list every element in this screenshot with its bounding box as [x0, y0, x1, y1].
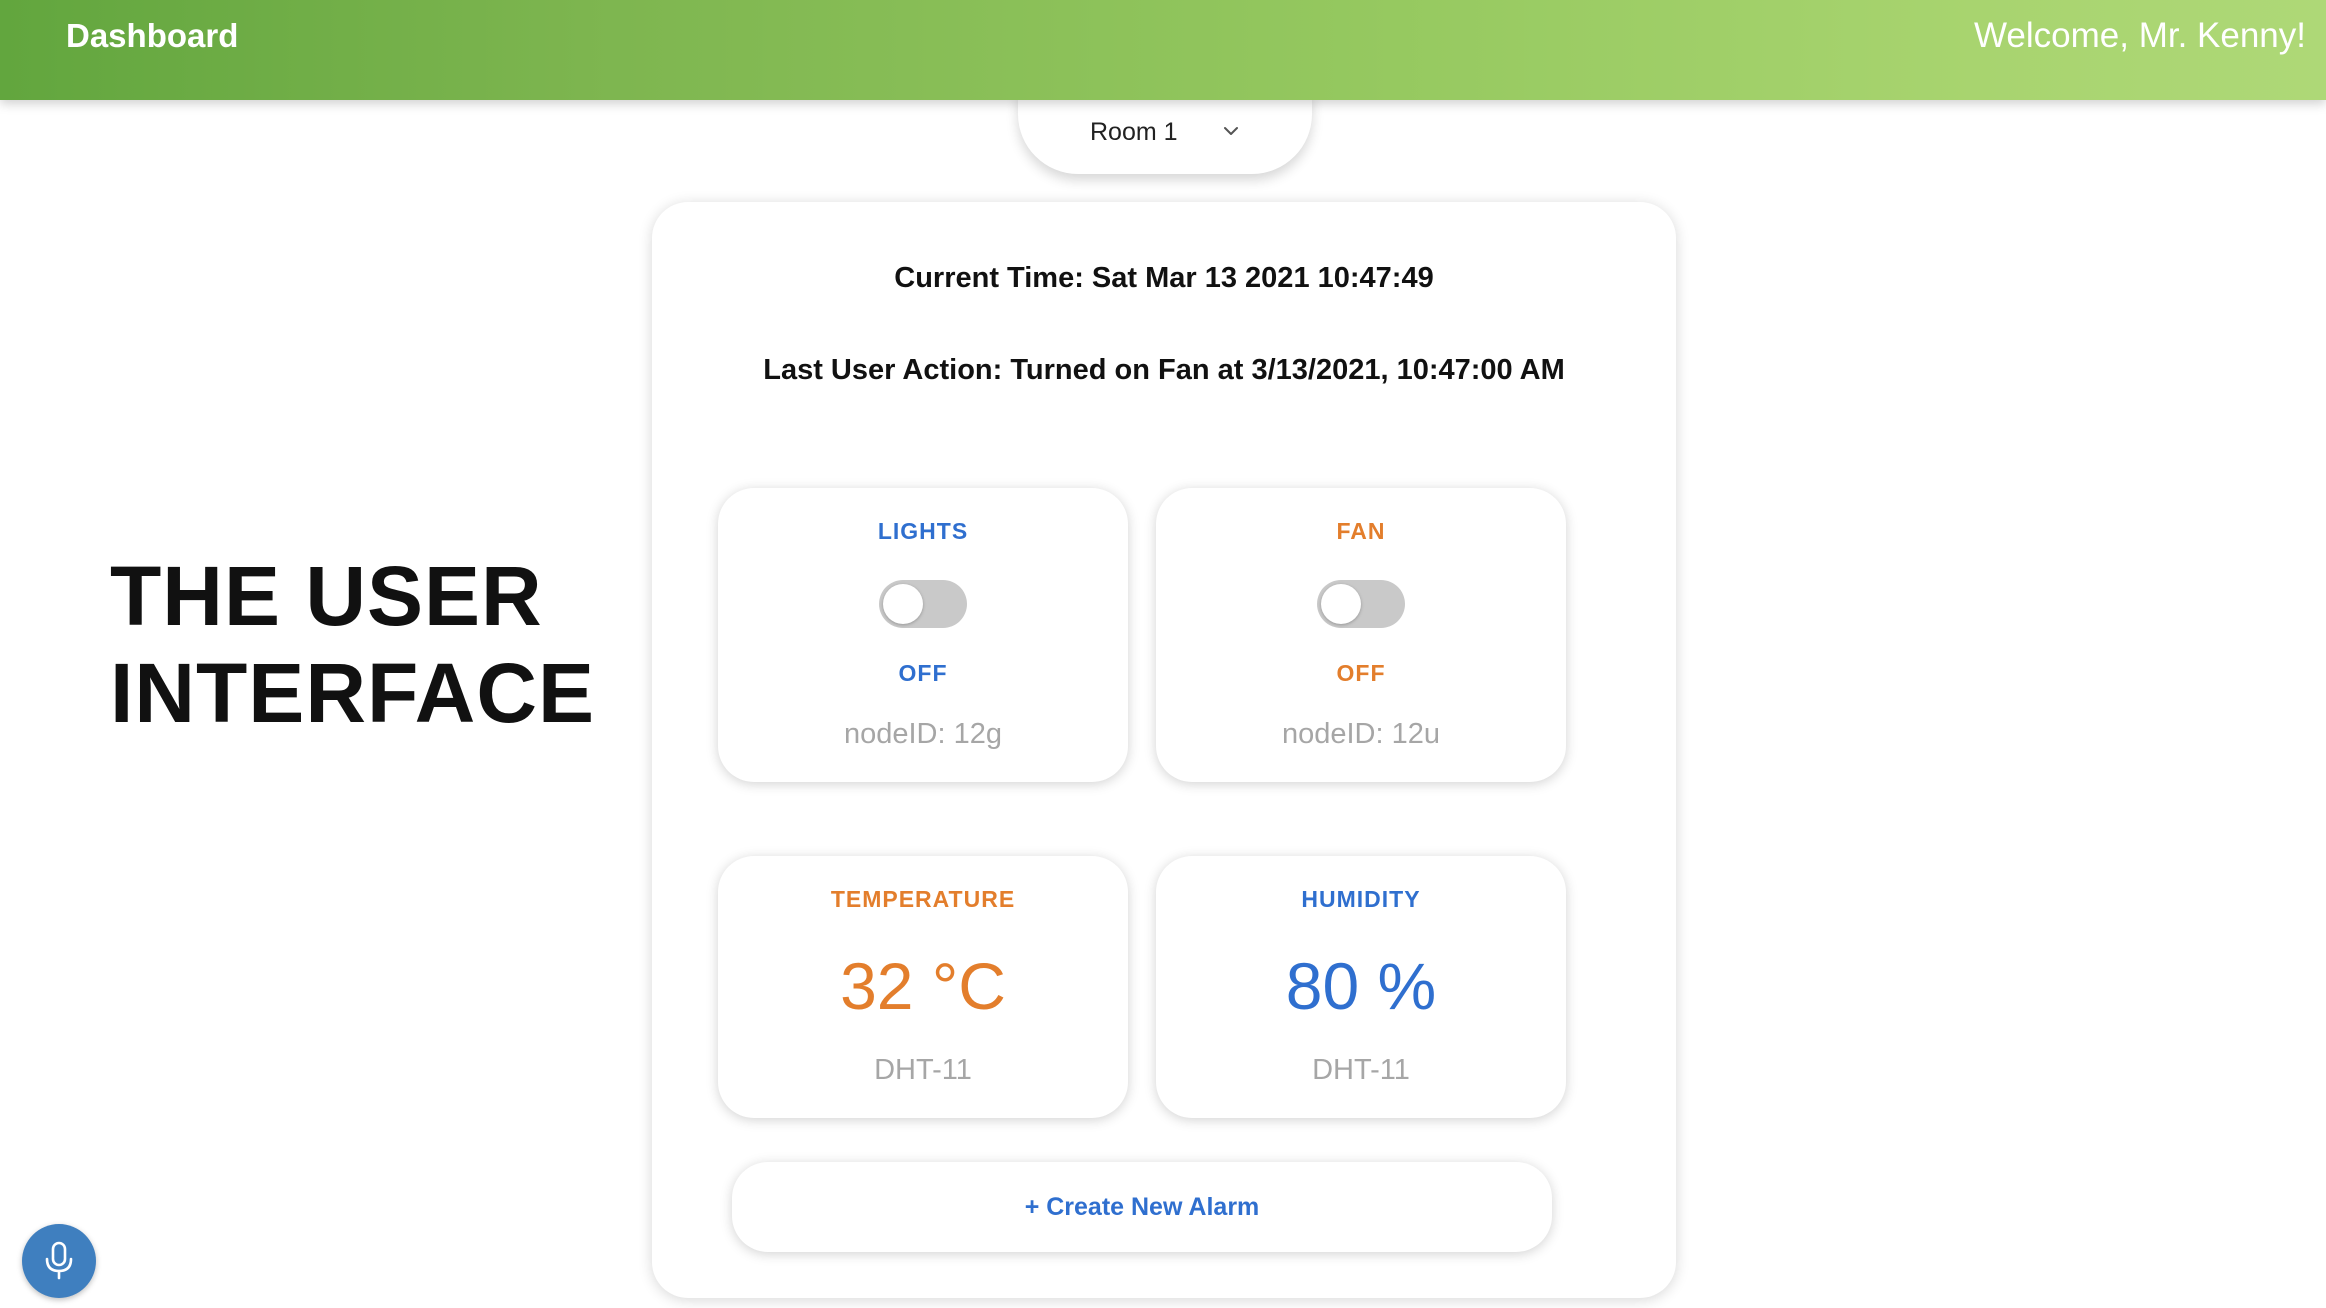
lights-state: OFF	[898, 660, 948, 686]
dashboard-panel: Current Time: Sat Mar 13 2021 10:47:49 L…	[652, 202, 1676, 1298]
chevron-down-icon	[1224, 127, 1238, 135]
welcome-message: Welcome, Mr. Kenny!	[1974, 16, 2306, 55]
fan-toggle[interactable]	[1317, 580, 1405, 628]
humidity-value: 80 %	[1285, 949, 1437, 1023]
lights-card: LIGHTS OFF nodeID: 12g	[718, 488, 1128, 782]
header-bar: Dashboard Welcome, Mr. Kenny!	[0, 0, 2326, 100]
fan-state: OFF	[1336, 660, 1386, 686]
fan-node-id: nodeID: 12u	[1281, 718, 1440, 750]
current-time: Current Time: Sat Mar 13 2021 10:47:49	[894, 262, 1434, 294]
temperature-card: TEMPERATURE 32 °C DHT-11	[718, 856, 1128, 1118]
fan-card: FAN OFF nodeID: 12u	[1156, 488, 1566, 782]
page-heading-line-2: INTERFACE	[110, 646, 596, 740]
last-user-action: Last User Action: Turned on Fan at 3/13/…	[763, 354, 1565, 386]
temperature-value: 32 °C	[840, 949, 1006, 1023]
humidity-card: HUMIDITY 80 % DHT-11	[1156, 856, 1566, 1118]
app-title[interactable]: Dashboard	[66, 0, 238, 72]
microphone-icon	[45, 1241, 73, 1280]
room-selector-value: Room 1	[1090, 118, 1178, 146]
create-alarm-button[interactable]: + Create New Alarm	[732, 1162, 1552, 1252]
fan-card-title: FAN	[1336, 518, 1386, 544]
page-heading-line-1: THE USER	[110, 549, 543, 643]
lights-node-id: nodeID: 12g	[843, 718, 1002, 750]
lights-toggle-knob	[883, 584, 923, 624]
humidity-sensor: DHT-11	[1312, 1054, 1410, 1086]
humidity-card-title: HUMIDITY	[1301, 886, 1421, 912]
page-heading: THE USER INTERFACE	[110, 548, 630, 742]
lights-toggle[interactable]	[879, 580, 967, 628]
voice-input-button[interactable]	[22, 1224, 96, 1298]
fan-toggle-knob	[1321, 584, 1361, 624]
room-selector-dropdown[interactable]: Room 1	[1018, 90, 1312, 174]
lights-card-title: LIGHTS	[877, 518, 969, 544]
temperature-sensor: DHT-11	[874, 1054, 972, 1086]
temperature-card-title: TEMPERATURE	[830, 886, 1016, 912]
